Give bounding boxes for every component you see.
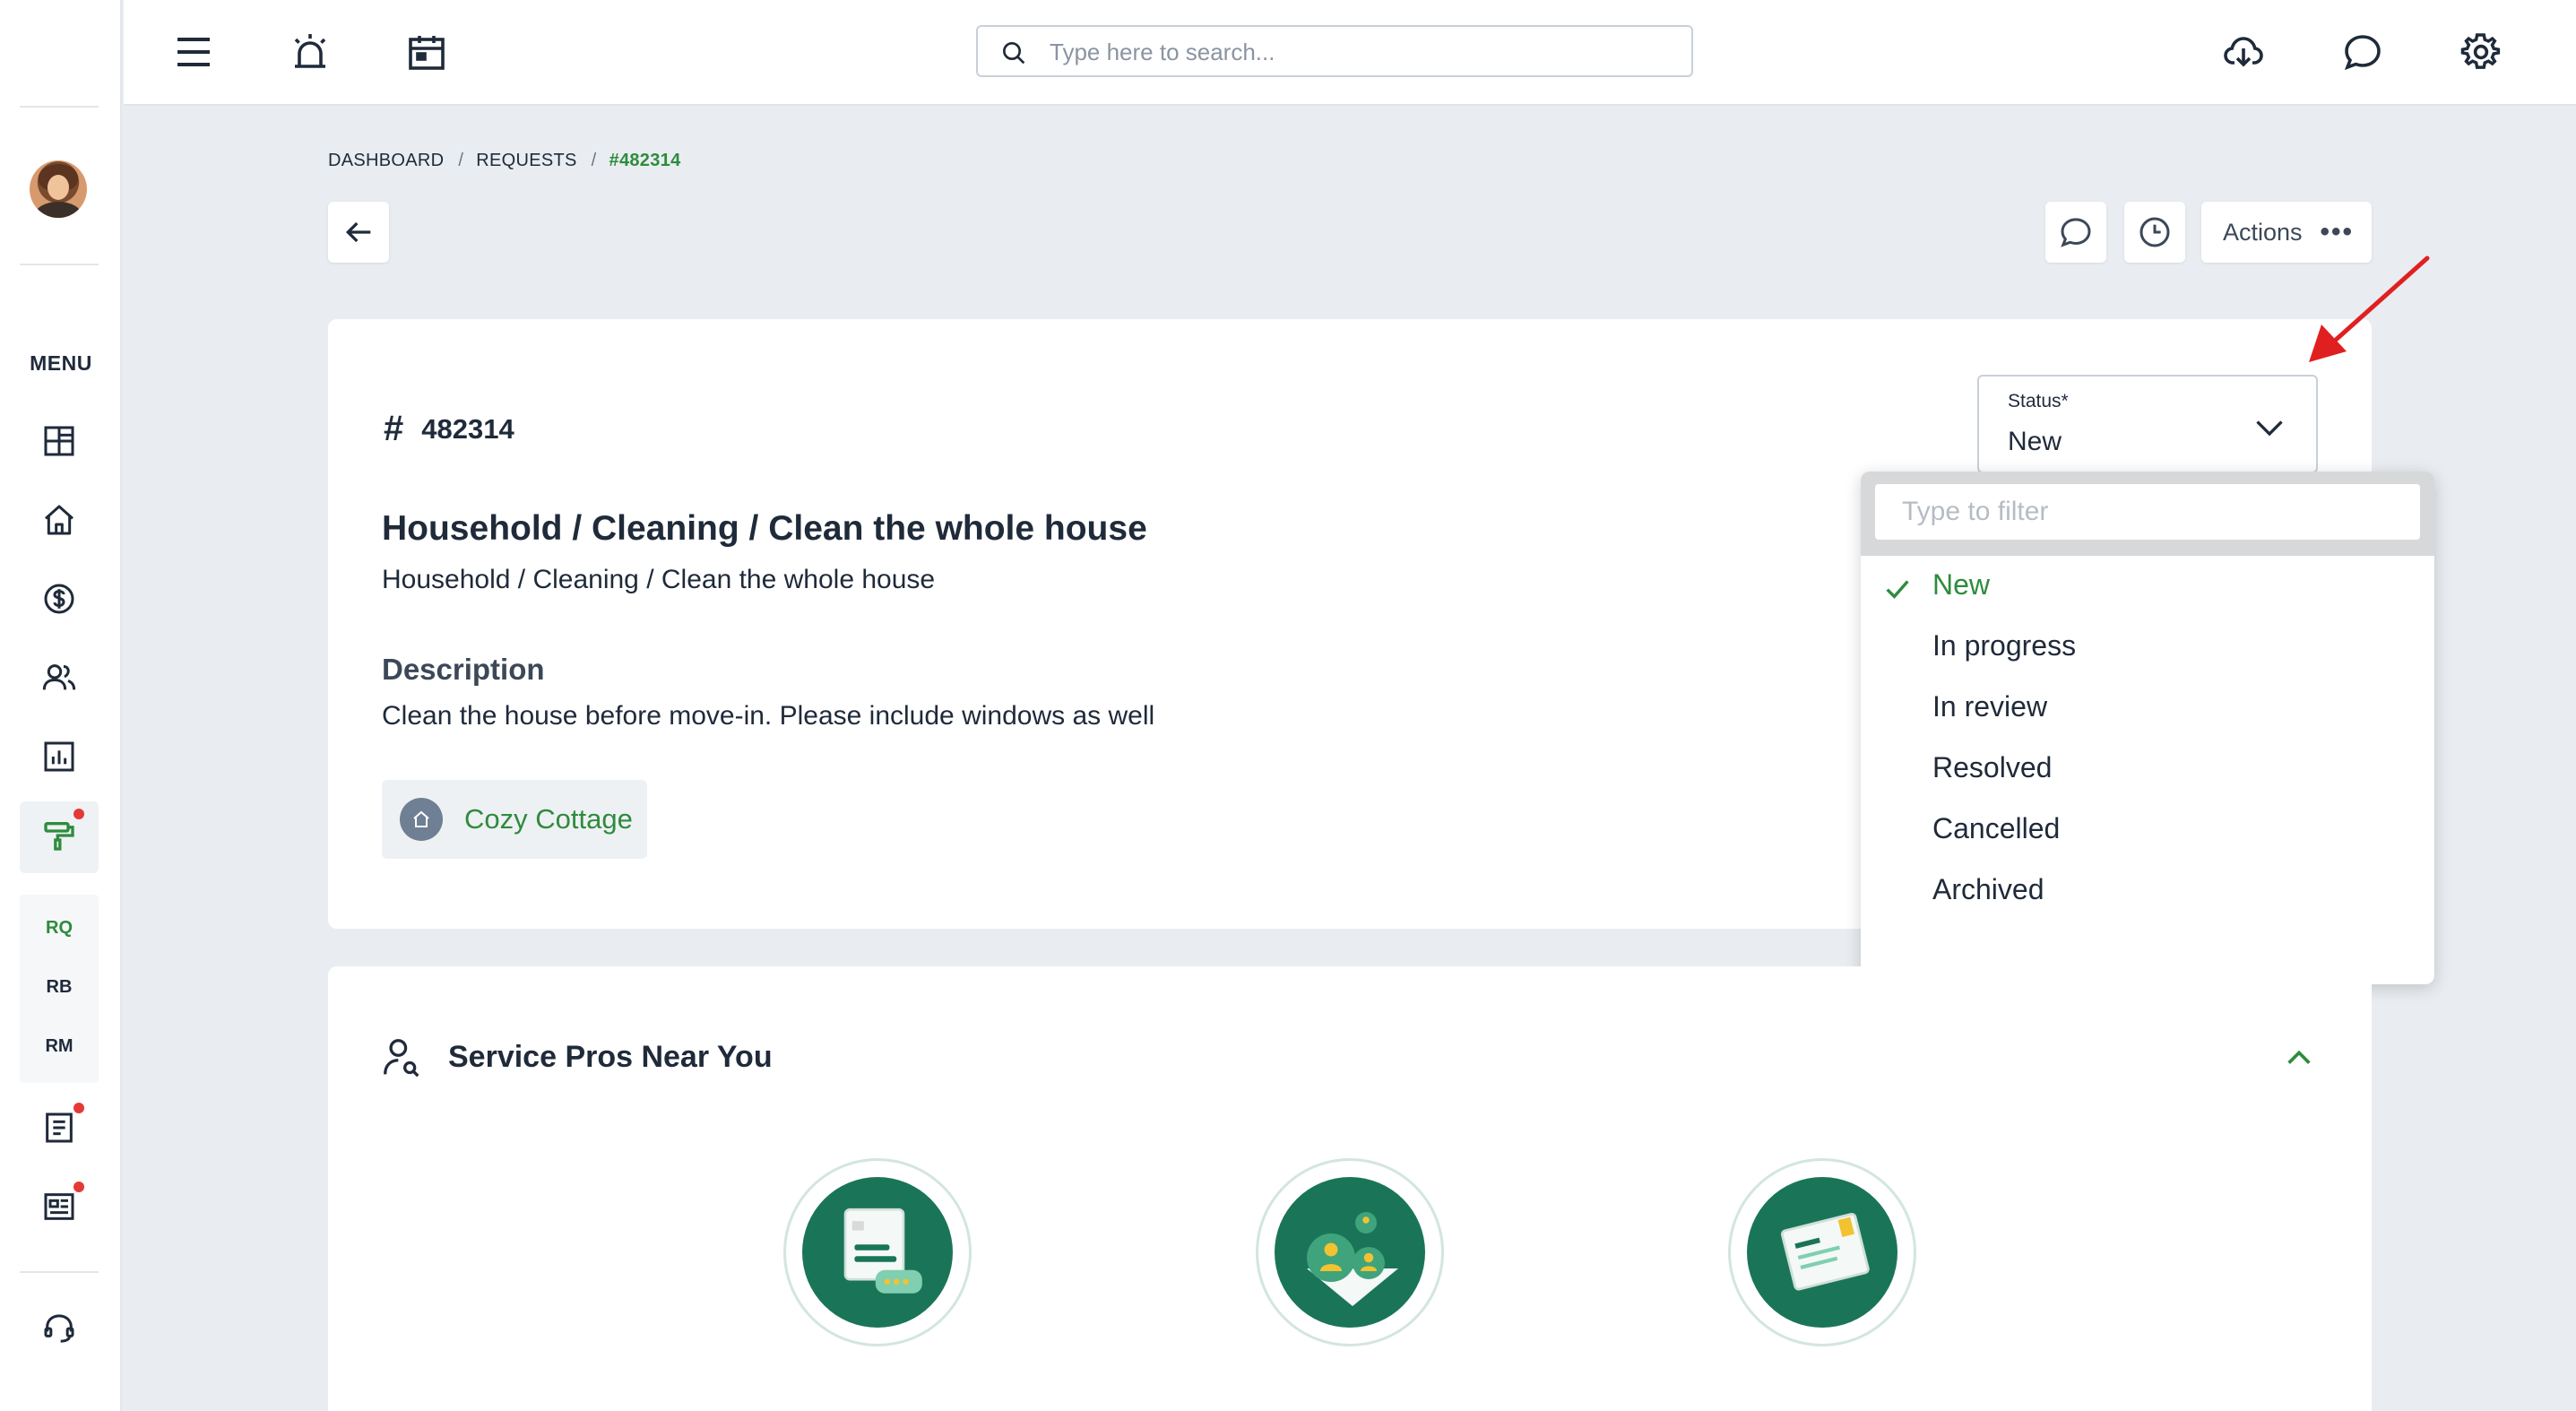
request-id: # 482314: [384, 409, 514, 449]
dropdown-filter-area: [1861, 472, 2434, 556]
breadcrumb-dashboard[interactable]: DASHBOARD: [328, 151, 444, 170]
actions-label: Actions: [2223, 218, 2303, 246]
submenu-rm[interactable]: RM: [20, 1036, 99, 1057]
property-chip[interactable]: Cozy Cottage: [382, 780, 647, 859]
service-pros-title: Service Pros Near You: [448, 1040, 773, 1074]
submenu-rq[interactable]: RQ: [20, 918, 99, 939]
sidebar: MENU RQ RB RM: [0, 0, 122, 1411]
check-icon: [1886, 580, 1909, 599]
hamburger-menu-icon[interactable]: [169, 27, 219, 77]
search-icon: [1003, 42, 1025, 65]
users-icon[interactable]: [38, 656, 81, 699]
breadcrumb-current: #482314: [609, 151, 681, 170]
reports-icon[interactable]: [38, 735, 81, 778]
chat-icon: [2061, 218, 2091, 247]
notification-dot: [73, 1182, 84, 1192]
status-option-archived[interactable]: Archived: [1932, 873, 2044, 906]
breadcrumb-requests[interactable]: REQUESTS: [476, 151, 576, 170]
request-title: Household / Cleaning / Clean the whole h…: [382, 509, 1147, 548]
dashboard-icon[interactable]: [38, 420, 81, 463]
document-icon[interactable]: [38, 1106, 81, 1149]
status-caption: Status*: [2008, 391, 2069, 411]
status-dropdown: New In progress In review Resolved Cance…: [1861, 472, 2434, 984]
back-button[interactable]: [328, 202, 389, 263]
home-icon[interactable]: [38, 498, 81, 541]
cloud-download-icon[interactable]: [2218, 27, 2269, 77]
sidebar-divider: [20, 1271, 99, 1273]
request-subtitle: Household / Cleaning / Clean the whole h…: [382, 565, 936, 594]
search-input[interactable]: [1050, 36, 1677, 68]
sidebar-divider: [20, 106, 99, 108]
top-bar: [124, 0, 2576, 106]
illustration-certificate: [1728, 1158, 1916, 1346]
property-chip-label: Cozy Cottage: [464, 803, 633, 835]
status-option-new[interactable]: New: [1932, 568, 1990, 602]
alarm-siren-icon[interactable]: [285, 27, 335, 77]
status-select[interactable]: Status* New: [1977, 375, 2318, 473]
description-heading: Description: [382, 653, 545, 686]
filter-input[interactable]: [1875, 484, 2420, 540]
calendar-icon[interactable]: [402, 27, 452, 77]
arrow-left-icon: [345, 221, 371, 243]
description-text: Clean the house before move-in. Please i…: [382, 701, 1155, 731]
avatar[interactable]: [30, 160, 87, 218]
dollar-icon[interactable]: [38, 577, 81, 620]
settings-gear-icon[interactable]: [2456, 27, 2506, 77]
status-option-in-progress[interactable]: In progress: [1932, 629, 2076, 662]
annotation-arrow-icon: [2309, 255, 2430, 362]
request-id-value: 482314: [421, 412, 514, 445]
support-headset-icon[interactable]: [38, 1307, 81, 1350]
status-option-cancelled[interactable]: Cancelled: [1932, 812, 2060, 845]
submenu-rb[interactable]: RB: [20, 977, 99, 998]
newspaper-icon[interactable]: [38, 1185, 81, 1228]
history-button[interactable]: [2124, 202, 2185, 263]
status-option-resolved[interactable]: Resolved: [1932, 751, 2052, 784]
more-dots-icon: •••: [2320, 217, 2355, 247]
status-value: New: [2008, 427, 2062, 456]
paint-roller-icon[interactable]: [38, 814, 81, 857]
search-bar[interactable]: [976, 25, 1693, 77]
house-icon: [400, 798, 443, 841]
breadcrumb: DASHBOARD / REQUESTS / #482314: [328, 151, 681, 170]
sidebar-divider: [20, 264, 99, 265]
chevron-up-icon[interactable]: [2284, 1047, 2314, 1069]
notification-dot: [73, 809, 84, 819]
illustration-documents: [783, 1158, 972, 1346]
chat-icon[interactable]: [2338, 27, 2388, 77]
user-search-icon: [384, 1039, 419, 1078]
chevron-down-icon: [2256, 420, 2283, 437]
menu-label: MENU: [30, 351, 92, 375]
hash-icon: #: [384, 409, 404, 448]
illustration-people: [1256, 1158, 1444, 1346]
status-option-in-review[interactable]: In review: [1932, 690, 2047, 723]
clock-icon: [2139, 217, 2170, 247]
notification-dot: [73, 1103, 84, 1113]
comments-button[interactable]: [2045, 202, 2106, 263]
